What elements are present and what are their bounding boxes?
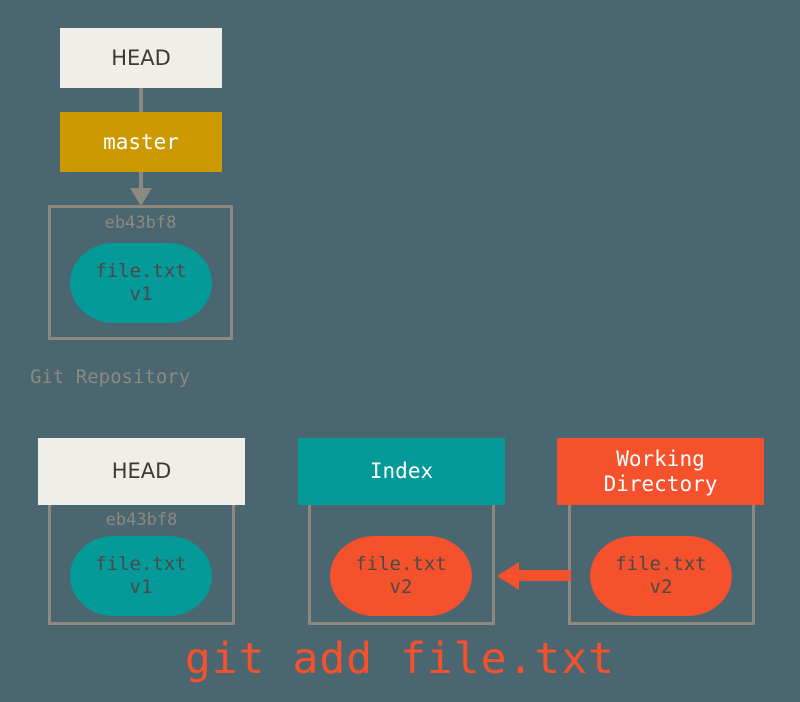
- stage-arrow-head-icon: [497, 562, 519, 590]
- working-directory-area-blob[interactable]: file.txt v2: [590, 536, 732, 616]
- repo-commit-blob-file: file.txt: [95, 259, 187, 282]
- repo-commit-blob[interactable]: file.txt v1: [70, 243, 212, 323]
- working-directory-area-header[interactable]: Working Directory: [557, 438, 764, 505]
- index-area-header-label: Index: [369, 459, 434, 484]
- index-area-blob[interactable]: file.txt v2: [330, 536, 472, 616]
- repo-branch-box[interactable]: master: [60, 112, 222, 172]
- repo-head-label: HEAD: [111, 45, 171, 70]
- index-area-header[interactable]: Index: [298, 438, 505, 505]
- git-repository-label: Git Repository: [30, 366, 191, 388]
- index-area-blob-file: file.txt: [355, 552, 447, 575]
- repo-head-box[interactable]: HEAD: [60, 28, 222, 88]
- repo-commit-hash: eb43bf8: [104, 213, 177, 233]
- repo-commit-blob-version: v1: [129, 283, 153, 305]
- working-directory-header-line1: Working: [616, 446, 705, 471]
- diagram-canvas: Git Repository HEAD master eb43bf8 file.…: [0, 0, 800, 702]
- repo-branch-label: master: [103, 129, 179, 154]
- connector-master-to-commit-arrowhead: [130, 188, 152, 206]
- head-area-blob-file: file.txt: [95, 552, 187, 575]
- head-area-header[interactable]: HEAD: [38, 438, 245, 505]
- head-area-blob[interactable]: file.txt v1: [70, 536, 212, 616]
- working-directory-header-line2: Directory: [603, 471, 718, 496]
- index-area-blob-version: v2: [389, 576, 413, 598]
- working-directory-blob-file: file.txt: [615, 552, 707, 575]
- head-area-header-label: HEAD: [111, 459, 172, 484]
- head-area-blob-version: v1: [129, 576, 153, 598]
- working-directory-blob-version: v2: [649, 576, 673, 598]
- stage-arrow-line: [519, 570, 571, 581]
- connector-head-to-master: [139, 88, 143, 112]
- command-caption: git add file.txt: [184, 634, 616, 684]
- head-area-hash: eb43bf8: [105, 510, 178, 530]
